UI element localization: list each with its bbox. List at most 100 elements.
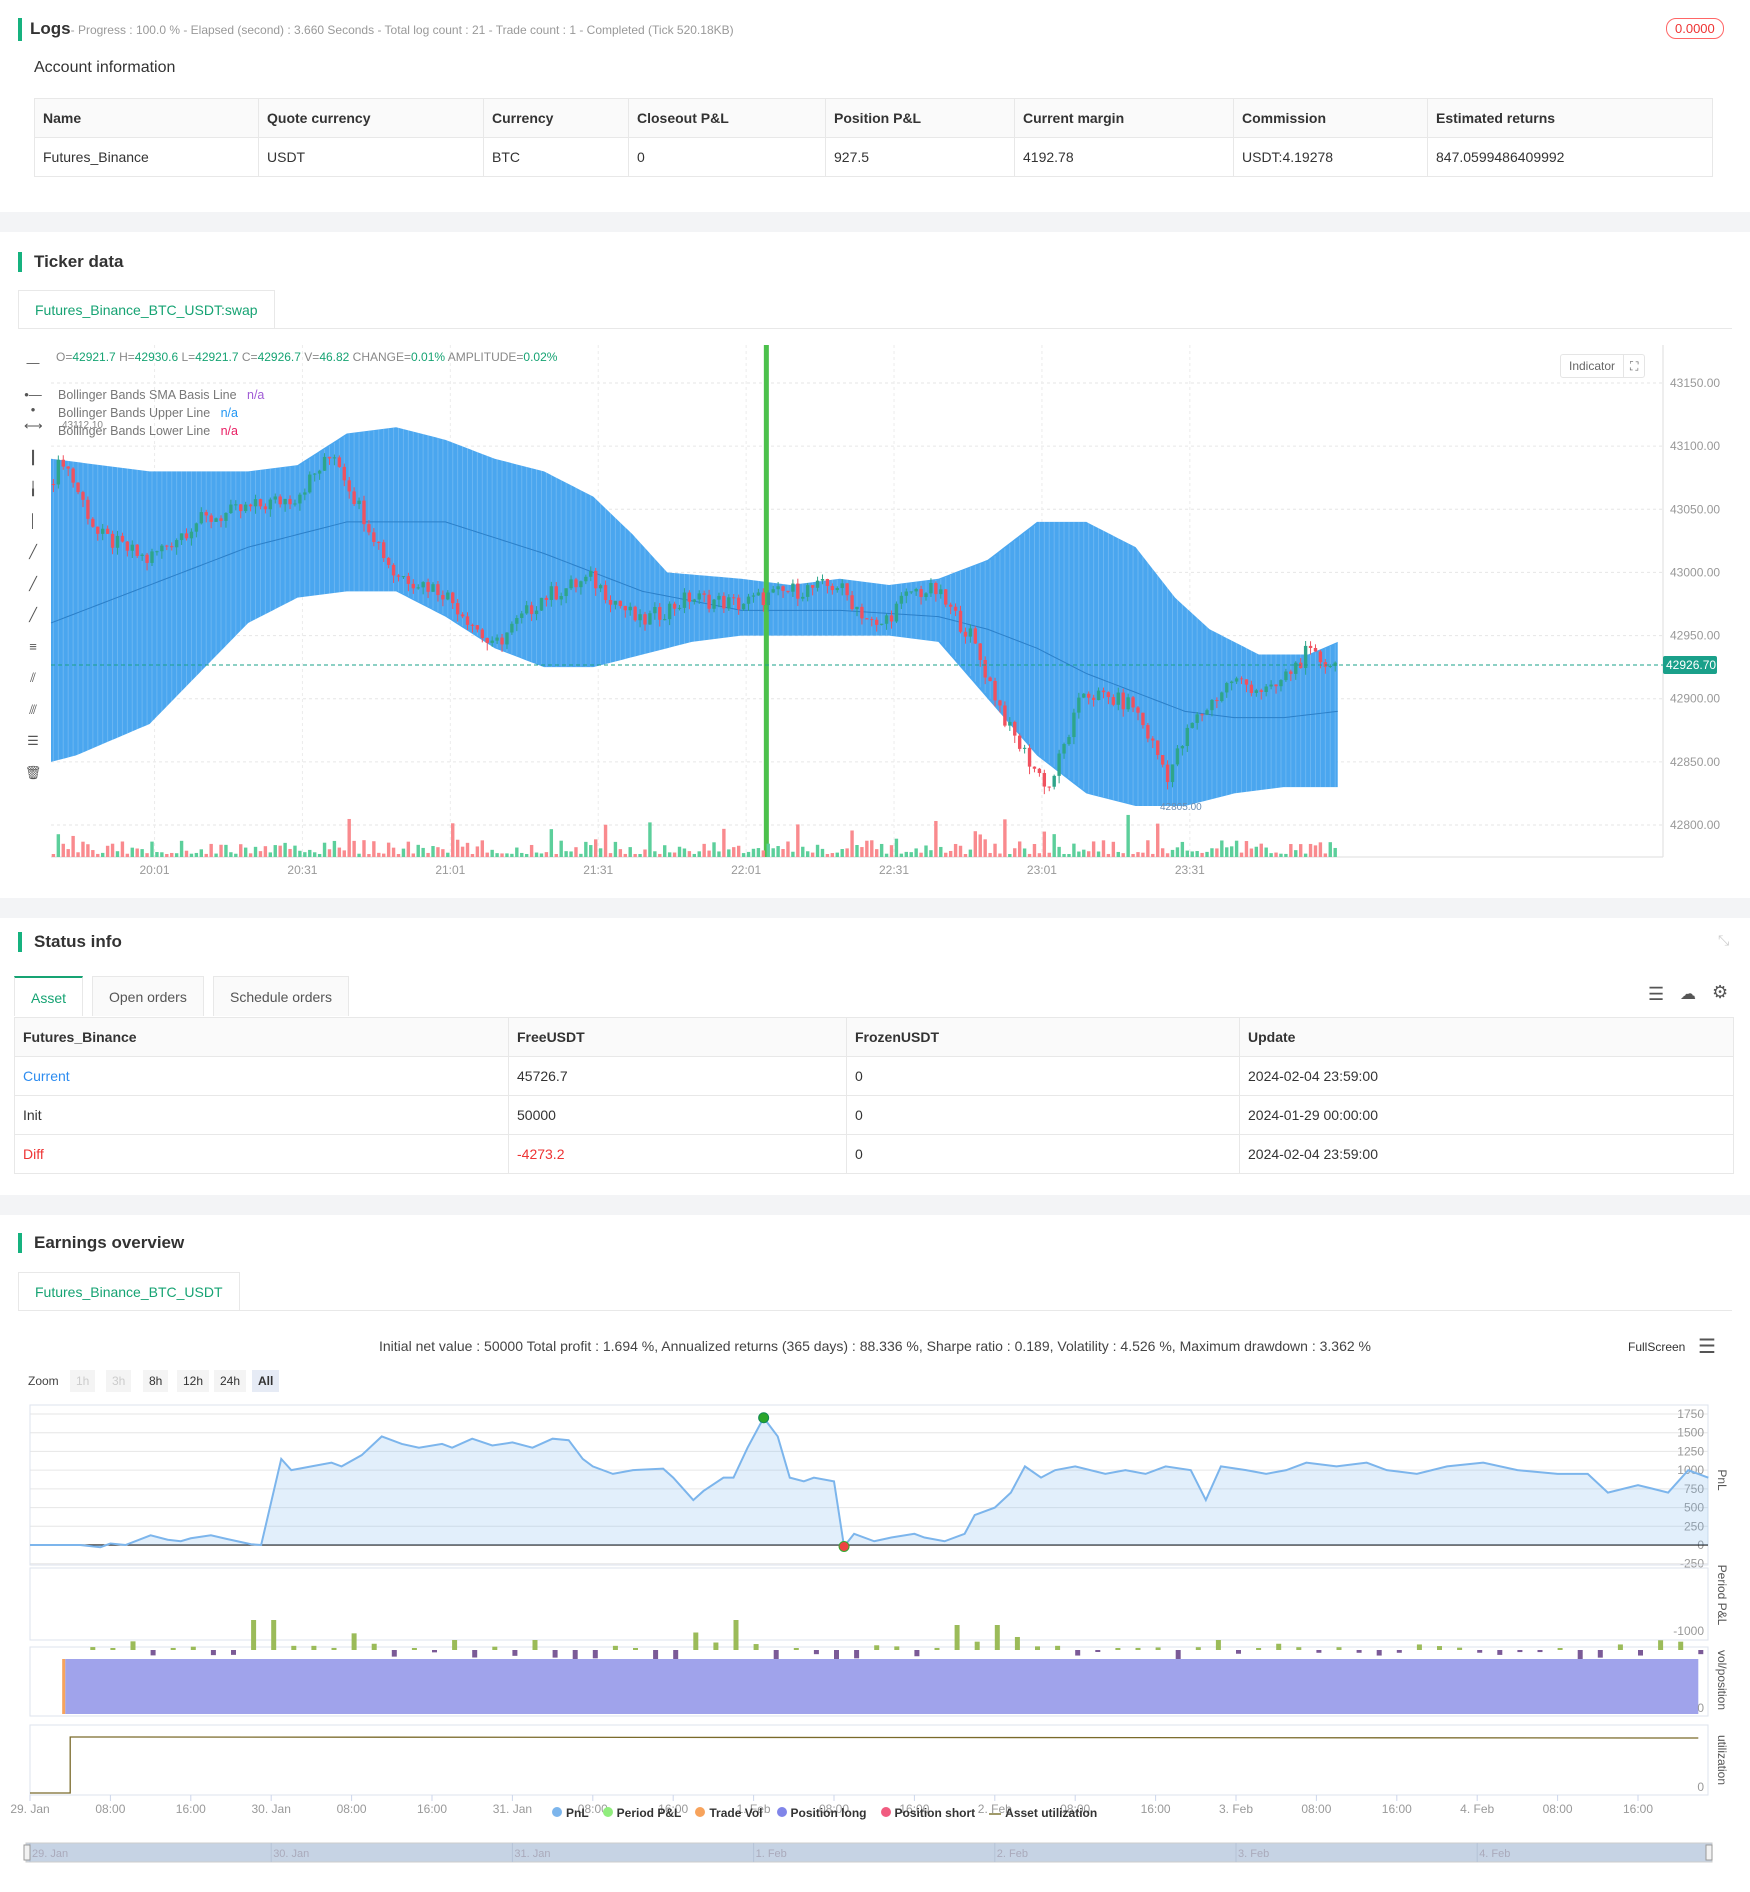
volume-bar xyxy=(1289,844,1293,857)
legend-item-position-short[interactable]: Position short xyxy=(880,1806,975,1820)
candle xyxy=(1195,714,1199,723)
candle xyxy=(1244,679,1249,685)
volume-bar xyxy=(924,845,928,857)
volume-bar xyxy=(894,838,899,857)
list-icon[interactable]: ☰ xyxy=(1648,984,1664,1005)
x-tick-label: 22:31 xyxy=(879,863,909,877)
volume-bar xyxy=(584,841,588,857)
candle xyxy=(367,524,371,533)
volume-bar xyxy=(741,853,746,857)
candle xyxy=(746,596,751,604)
legend-item-position-long[interactable]: Position long xyxy=(776,1806,867,1820)
menu-icon[interactable]: ☰ xyxy=(1698,1334,1716,1359)
volume-bar xyxy=(751,848,756,857)
volume-bar xyxy=(1210,848,1214,857)
zoom-12h[interactable]: 12h xyxy=(177,1370,210,1392)
candle xyxy=(189,531,194,539)
candle xyxy=(120,535,125,542)
period-pnl-bar xyxy=(311,1645,317,1650)
fullscreen-button[interactable]: FullScreen xyxy=(1628,1340,1685,1354)
candle xyxy=(638,614,642,621)
cloud-upload-icon[interactable]: ☁ xyxy=(1680,984,1696,1004)
zoom-24h[interactable]: 24h xyxy=(214,1370,247,1392)
candle xyxy=(544,597,549,600)
account-title: Account information xyxy=(34,59,176,76)
candle xyxy=(924,593,928,598)
candle xyxy=(1313,647,1318,652)
candle xyxy=(953,606,958,611)
volume-bar xyxy=(899,853,904,857)
volume-bar xyxy=(628,847,632,857)
candle xyxy=(1027,747,1032,767)
table-row: Current 45726.7 0 2024-02-04 23:59:00 xyxy=(14,1056,1734,1096)
volume-bar xyxy=(317,853,322,857)
tab-asset[interactable]: Asset xyxy=(14,976,84,1016)
period-pnl-bar xyxy=(994,1625,1000,1650)
volume-bar xyxy=(776,846,780,857)
volume-bar xyxy=(377,852,381,857)
candle xyxy=(155,551,159,553)
volume-bar xyxy=(648,822,652,857)
candle xyxy=(589,570,593,577)
volume-bar xyxy=(1165,853,1170,857)
legend-item-trade-vol[interactable]: Trade Vol xyxy=(695,1806,763,1820)
zoom-1h[interactable]: 1h xyxy=(70,1370,96,1392)
candle xyxy=(1052,775,1056,787)
volume-bar xyxy=(303,852,307,857)
volume-bar xyxy=(174,853,179,857)
volume-bar xyxy=(845,848,849,857)
candle xyxy=(500,637,504,645)
volume-bar xyxy=(953,843,958,857)
volume-bar xyxy=(362,840,366,857)
tab-open-orders[interactable]: Open orders xyxy=(92,976,204,1016)
candle xyxy=(239,504,243,512)
volume-bar xyxy=(801,846,805,857)
tab-schedule-orders[interactable]: Schedule orders xyxy=(213,976,349,1016)
volume-bar xyxy=(170,852,174,857)
volume-bar xyxy=(1185,850,1189,857)
volume-bar xyxy=(406,841,411,857)
period-pnl-bar xyxy=(974,1641,980,1650)
candle xyxy=(549,586,554,600)
candle xyxy=(1082,693,1086,698)
candle xyxy=(564,588,568,597)
volume-bar xyxy=(722,828,726,857)
tab-ticker-symbol[interactable]: Futures_Binance_BTC_USDT:swap xyxy=(18,290,275,328)
expand-icon[interactable]: ⛶ xyxy=(1623,355,1644,377)
legend-item-pnl[interactable]: PnL xyxy=(552,1806,589,1820)
tab-earnings-symbol[interactable]: Futures_Binance_BTC_USDT xyxy=(18,1272,240,1310)
volume-bar xyxy=(1259,843,1263,857)
candle xyxy=(81,492,85,500)
candle xyxy=(1072,712,1076,738)
zoom-3h[interactable]: 3h xyxy=(106,1370,132,1392)
candle xyxy=(165,545,169,547)
candle xyxy=(781,586,785,591)
volume-bar xyxy=(934,820,938,857)
volume-bar xyxy=(840,849,844,857)
candle xyxy=(431,584,435,592)
volume-bar xyxy=(283,842,287,857)
period-pnl-bar xyxy=(1638,1650,1643,1656)
x-tick-label: 30. Jan xyxy=(252,1802,291,1816)
table-cell: 0 xyxy=(628,137,826,177)
legend-item-period-p-l[interactable]: Period P&L xyxy=(602,1806,681,1820)
legend-item-asset-utilization[interactable]: Asset utilization xyxy=(989,1806,1097,1820)
navigator-handle[interactable] xyxy=(23,1844,31,1861)
period-pnl-bar xyxy=(1537,1650,1543,1653)
volume-bar xyxy=(544,852,549,857)
period-pnl-bar xyxy=(1356,1650,1362,1653)
candle xyxy=(845,583,849,596)
navigator-handle[interactable] xyxy=(1705,1844,1713,1861)
x-tick-label: 16:00 xyxy=(1382,1802,1412,1816)
zoom-8h[interactable]: 8h xyxy=(143,1370,169,1392)
period-pnl-bar xyxy=(1055,1645,1061,1650)
candle xyxy=(480,629,485,639)
collapse-icon[interactable]: ⤡ xyxy=(1718,932,1729,949)
zoom-all[interactable]: All xyxy=(252,1370,280,1392)
gear-icon[interactable]: ⚙ xyxy=(1712,982,1728,1003)
volume-bar xyxy=(875,849,879,857)
indicator-button[interactable]: Indicator ⛶ xyxy=(1560,354,1646,378)
volume-bar xyxy=(1225,847,1229,857)
volume-bar xyxy=(667,852,672,857)
period-pnl-bar xyxy=(1597,1650,1603,1658)
